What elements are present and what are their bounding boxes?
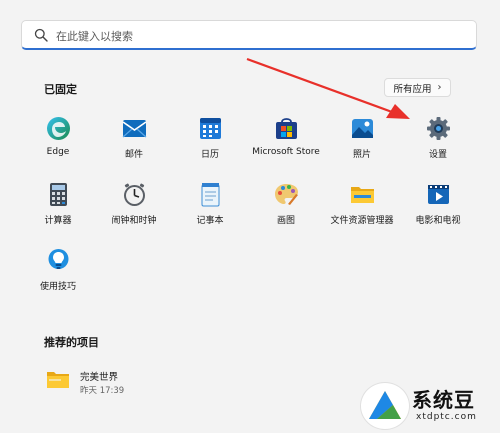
app-label: 画图 (276, 216, 295, 226)
recommended-item-name: 完美世界 (80, 372, 119, 383)
calendar-icon (200, 118, 221, 139)
app-label: 电影和电视 (415, 216, 461, 226)
app-tips[interactable]: 使用技巧 (16, 248, 100, 304)
watermark-url: xtdptc.com (416, 412, 477, 422)
photos-icon (352, 119, 373, 138)
watermark-logo: 系统豆 xtdptc.com (360, 378, 500, 430)
app-label: 闹钟和时钟 (111, 216, 157, 226)
recommended-title: 推荐的项目 (44, 336, 99, 349)
app-label: 计算器 (44, 216, 72, 226)
clock-icon (124, 183, 145, 206)
app-file-explorer[interactable]: 文件资源管理器 (320, 182, 404, 238)
movies-icon (428, 185, 449, 204)
all-apps-button[interactable]: 所有应用 › (384, 78, 451, 97)
search-placeholder: 在此键入以搜索 (56, 30, 133, 43)
app-photos[interactable]: 照片 (320, 116, 404, 172)
watermark-badge (360, 382, 410, 430)
notepad-icon (201, 183, 220, 207)
pinned-title: 已固定 (44, 83, 77, 96)
calculator-icon (50, 183, 67, 206)
app-label: 邮件 (124, 150, 143, 160)
mail-icon (122, 120, 147, 138)
app-label: 设置 (428, 150, 447, 160)
app-label: 照片 (352, 150, 371, 160)
watermark-emblem-icon (369, 391, 401, 419)
gear-icon (427, 117, 450, 140)
app-mail[interactable]: 邮件 (92, 116, 176, 172)
app-label: Microsoft Store (252, 147, 320, 157)
app-label: 使用技巧 (39, 282, 76, 292)
app-clock[interactable]: 闹钟和时钟 (92, 182, 176, 238)
watermark-title: 系统豆 (412, 388, 475, 412)
folder-icon (47, 372, 69, 388)
app-edge[interactable]: Edge (16, 116, 100, 172)
app-label: 记事本 (196, 216, 224, 226)
recommended-item[interactable]: 完美世界 昨天 17:39 (44, 364, 244, 398)
app-calendar[interactable]: 日历 (168, 116, 252, 172)
app-label: Edge (46, 147, 70, 157)
edge-icon (47, 117, 70, 140)
search-input[interactable]: 在此键入以搜索 (21, 20, 477, 50)
app-label: 日历 (200, 150, 219, 160)
app-settings[interactable]: 设置 (396, 116, 480, 172)
recommended-item-time: 昨天 17:39 (80, 386, 125, 396)
all-apps-label: 所有应用 (393, 83, 432, 95)
app-paint[interactable]: 画图 (244, 182, 328, 238)
app-label: 文件资源管理器 (330, 216, 394, 226)
app-movies[interactable]: 电影和电视 (396, 182, 480, 238)
paint-icon (275, 184, 298, 205)
tips-icon (48, 249, 69, 269)
app-store[interactable]: Microsoft Store (244, 116, 328, 172)
app-calculator[interactable]: 计算器 (16, 182, 100, 238)
chevron-right-icon: › (437, 82, 442, 93)
search-icon (34, 28, 48, 42)
store-icon (276, 118, 297, 139)
folder-icon (351, 187, 374, 203)
app-notepad[interactable]: 记事本 (168, 182, 252, 238)
